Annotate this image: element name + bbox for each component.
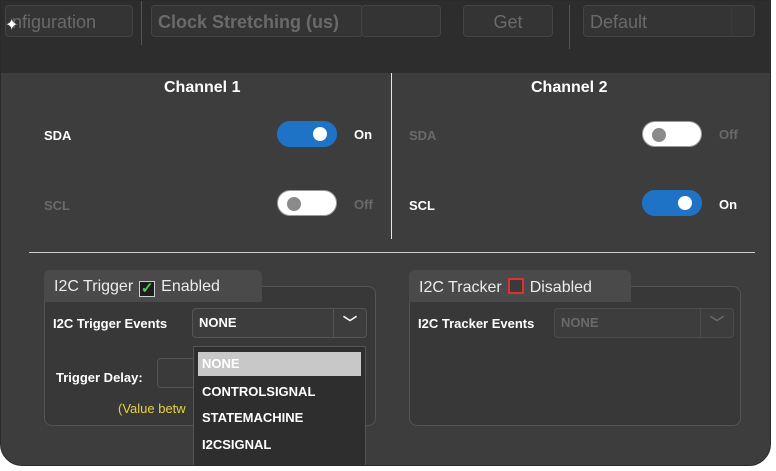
channel2-sda-label: SDA [409,128,437,143]
trigger-tab-title: I2C Trigger [54,278,134,295]
trigger-events-label: I2C Trigger Events [53,316,168,331]
channel1-sda-label: SDA [44,128,72,143]
tracker-tab: I2C Tracker Disabled [409,270,631,302]
clock-stretching-label: Clock Stretching (us) [151,5,363,37]
chevron-down-icon: ▼ [731,6,754,36]
channel1-scl-label: SCL [44,198,70,213]
top-toolbar: nfiguration Clock Stretching (us) Get De… [1,1,770,73]
channel2-scl-state: On [719,197,738,212]
trigger-enabled-label: Enabled [161,278,220,295]
toggle-knob [313,127,327,141]
chevron-down-icon: ﹀ [333,309,366,337]
configuration-tab[interactable]: nfiguration [5,5,133,37]
channel1-sda-state: On [354,127,373,142]
dropdown-option-statemachine[interactable]: STATEMACHINE [198,406,361,430]
dropdown-option-controlsignal[interactable]: CONTROLSIGNAL [198,380,361,404]
channel1-sda-toggle[interactable] [277,121,337,147]
toggle-knob [678,196,692,210]
channel2-sda-toggle[interactable] [642,121,702,147]
channel2-scl-label: SCL [409,198,435,213]
trigger-delay-input[interactable] [157,358,195,388]
tracker-events-select[interactable]: NONE ﹀ [554,308,734,338]
divider [569,5,570,49]
divider [141,1,142,45]
trigger-delay-label: Trigger Delay: [56,370,143,385]
tracker-events-label: I2C Tracker Events [418,316,535,331]
default-select[interactable]: Default ▼ [583,5,755,37]
channel2-scl-toggle[interactable] [642,190,702,216]
tracker-disabled-checkbox[interactable] [507,278,524,294]
channel1-scl-toggle[interactable] [277,190,337,216]
channel2-sda-state: Off [719,127,738,142]
channel1-scl-state: Off [354,197,373,212]
tracker-group [409,286,741,426]
chevron-down-icon: ﹀ [700,309,733,337]
tracker-tab-title: I2C Tracker [419,279,502,296]
clock-stretching-input[interactable] [361,5,441,37]
default-select-value: Default [590,12,648,32]
channel2-title: Channel 2 [531,79,608,96]
tracker-events-value: NONE [561,315,599,330]
check-icon: ✓ [140,280,154,297]
trigger-tab: I2C Trigger ✓ Enabled [44,270,262,302]
toggle-knob [287,197,301,211]
channel-divider [391,73,392,239]
trigger-enabled-checkbox[interactable]: ✓ [139,280,156,297]
channel1-title: Channel 1 [164,79,241,96]
trigger-events-select[interactable]: NONE ﹀ [192,308,367,338]
trigger-events-dropdown: NONE CONTROLSIGNAL STATEMACHINE I2CSIGNA… [193,346,366,465]
section-divider [29,252,755,253]
toggle-knob [652,128,666,142]
tracker-disabled-label: Disabled [529,279,592,296]
trigger-delay-note: (Value betw [118,401,186,416]
i2c-settings-panel: nfiguration Clock Stretching (us) Get De… [0,0,771,466]
gear-icon[interactable]: ✦ [5,15,18,35]
dropdown-option-i2csignal[interactable]: I2CSIGNAL [198,433,361,457]
trigger-events-value: NONE [199,315,237,330]
dropdown-option-none[interactable]: NONE [198,352,361,376]
get-button[interactable]: Get [463,5,553,37]
